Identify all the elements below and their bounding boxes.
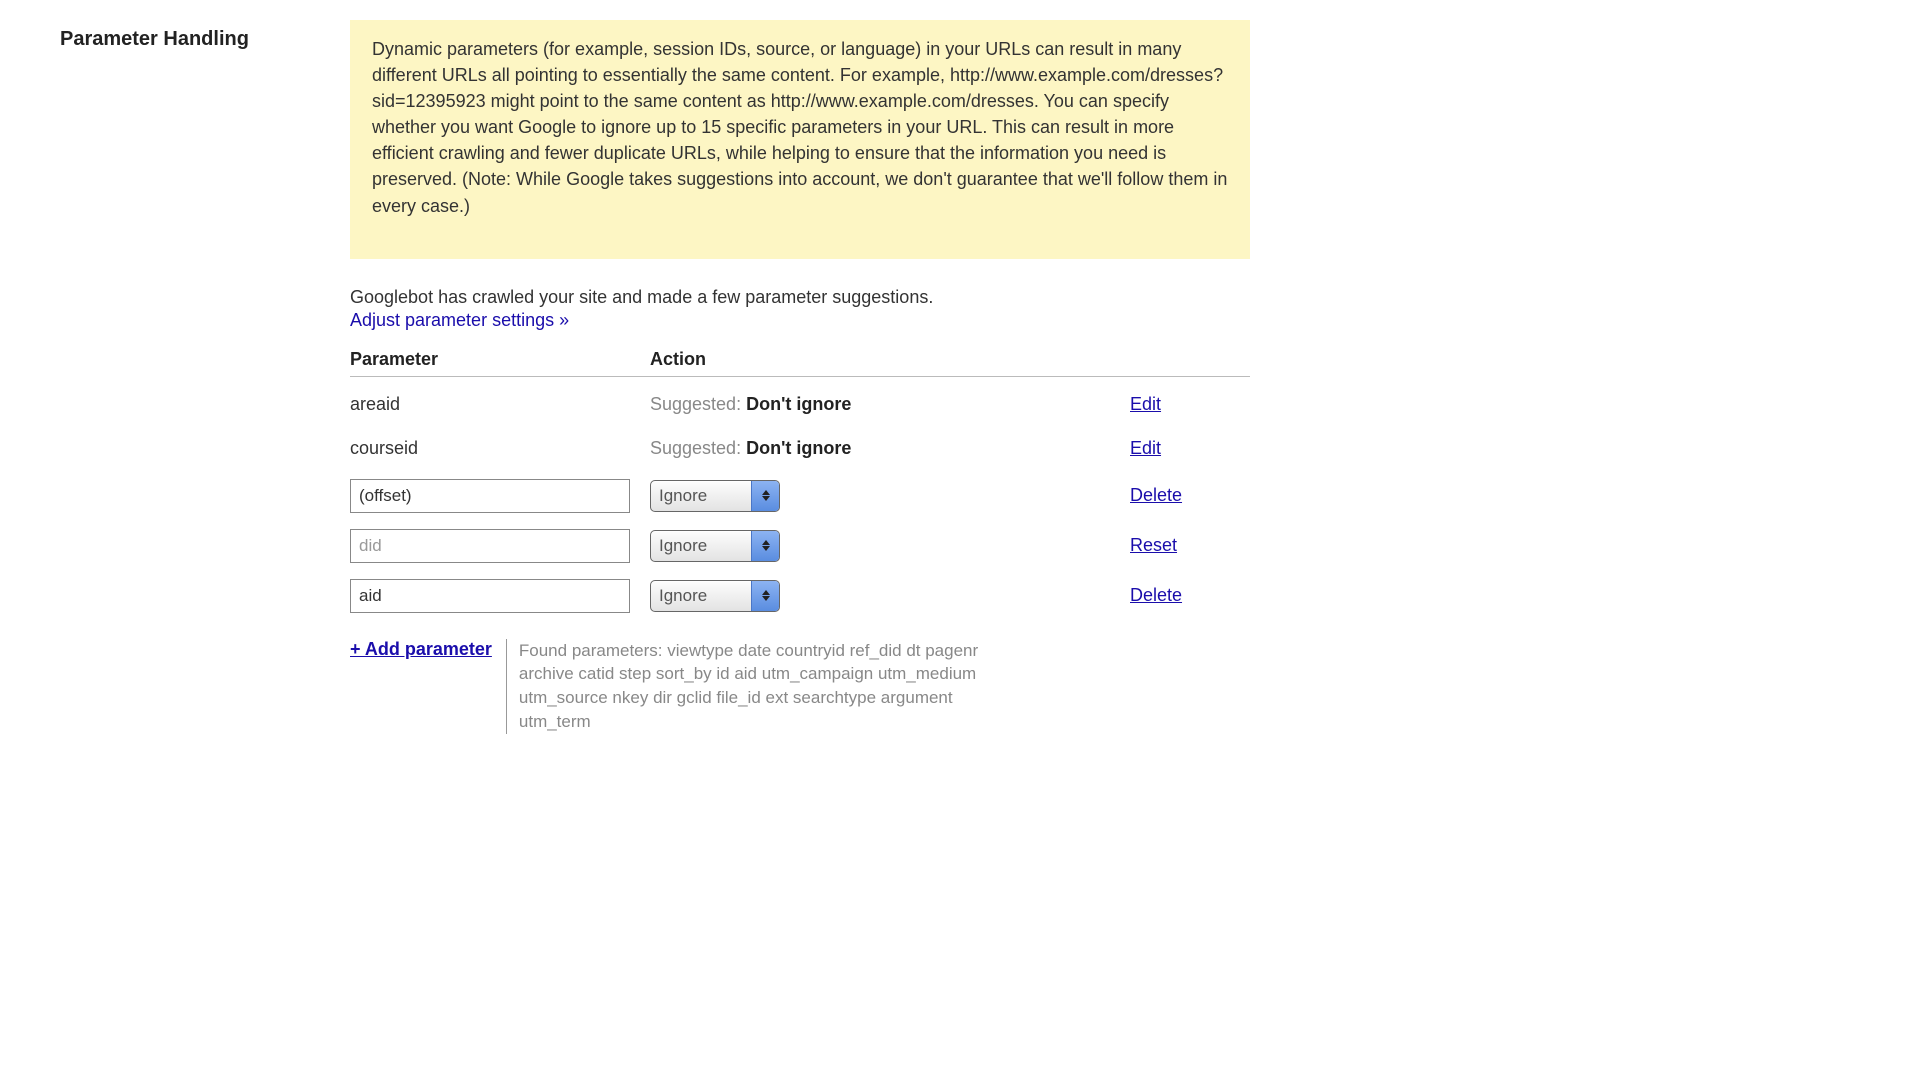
- edit-link[interactable]: Edit: [1130, 438, 1161, 458]
- table-row: Ignore Reset: [350, 521, 1250, 571]
- reset-link[interactable]: Reset: [1130, 535, 1177, 555]
- select-arrows-icon: [751, 581, 779, 611]
- select-arrows-icon: [751, 481, 779, 511]
- parameter-name: courseid: [350, 438, 650, 459]
- parameter-table: Parameter Action areaid Suggested: Don't…: [350, 349, 1250, 621]
- section-title: Parameter Handling: [60, 28, 320, 51]
- action-select[interactable]: Ignore: [650, 480, 780, 512]
- parameter-action: Suggested: Don't ignore: [650, 394, 1130, 415]
- add-parameter-link[interactable]: + Add parameter: [350, 639, 492, 660]
- parameter-name: areaid: [350, 394, 650, 415]
- action-select[interactable]: Ignore: [650, 580, 780, 612]
- found-parameters: Found parameters: viewtype date countryi…: [506, 639, 1026, 734]
- table-row: Ignore Delete: [350, 471, 1250, 521]
- parameter-name-input[interactable]: [350, 529, 630, 563]
- select-arrows-icon: [751, 531, 779, 561]
- table-row: areaid Suggested: Don't ignore Edit: [350, 383, 1250, 427]
- info-box: Dynamic parameters (for example, session…: [350, 20, 1250, 259]
- parameter-name-input[interactable]: [350, 579, 630, 613]
- delete-link[interactable]: Delete: [1130, 585, 1182, 605]
- column-header-parameter: Parameter: [350, 349, 650, 370]
- parameter-name-input[interactable]: [350, 479, 630, 513]
- table-row: courseid Suggested: Don't ignore Edit: [350, 427, 1250, 471]
- column-header-action: Action: [650, 349, 1130, 370]
- action-select[interactable]: Ignore: [650, 530, 780, 562]
- edit-link[interactable]: Edit: [1130, 394, 1161, 414]
- delete-link[interactable]: Delete: [1130, 485, 1182, 505]
- parameter-action: Suggested: Don't ignore: [650, 438, 1130, 459]
- suggestion-text: Googlebot has crawled your site and made…: [350, 287, 933, 307]
- adjust-parameter-settings-link[interactable]: Adjust parameter settings »: [350, 310, 569, 331]
- table-row: Ignore Delete: [350, 571, 1250, 621]
